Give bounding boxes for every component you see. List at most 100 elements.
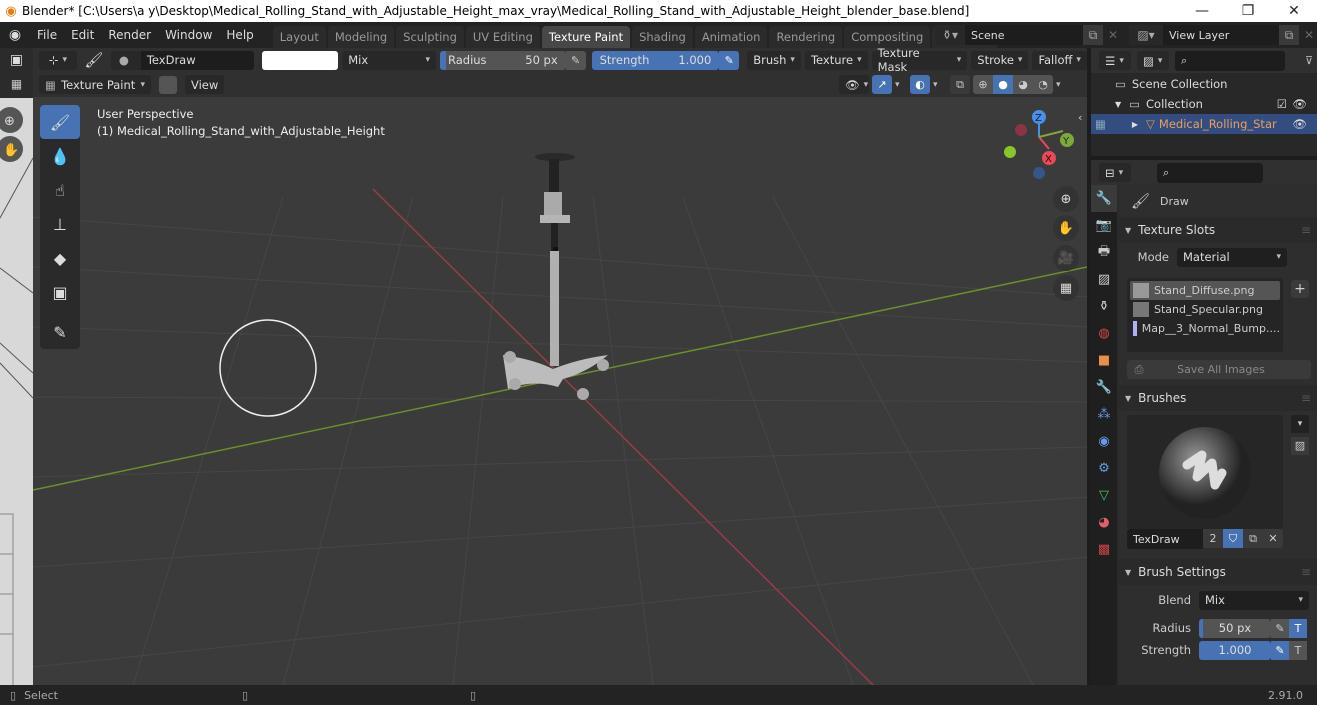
texture-slot-item[interactable]: Stand_Specular.png	[1130, 300, 1280, 319]
collapse-triangle-icon[interactable]: ▼	[1115, 100, 1121, 109]
exclude-checkbox[interactable]: ☑	[1277, 97, 1287, 111]
tool-mode-dropdown[interactable]: ⊹ ▾	[39, 50, 77, 70]
properties-search-input[interactable]: ⌕	[1157, 162, 1263, 183]
maximize-button[interactable]: ❐	[1225, 3, 1271, 19]
3d-viewport[interactable]: User Perspective (1) Medical_Rolling_Sta…	[33, 97, 1087, 685]
radius-unit-icon[interactable]: T	[1289, 618, 1307, 638]
particles-tab-icon[interactable]: ⁂	[1091, 401, 1117, 428]
texture-slots-panel-header[interactable]: ▼ Texture Slots ≡	[1119, 217, 1317, 243]
brushes-panel-header[interactable]: ▼ Brushes ≡	[1119, 385, 1317, 411]
delete-view-layer-icon[interactable]: ✕	[1299, 28, 1317, 42]
scene-name-field[interactable]: Scene	[965, 25, 1083, 45]
tab-rendering[interactable]: Rendering	[769, 26, 843, 48]
texture-mask-menu[interactable]: Texture Mask ▾	[871, 46, 968, 74]
radius-slider[interactable]: Radius 50 px	[439, 50, 566, 70]
paint-mode-icon[interactable]: ▦	[0, 72, 33, 96]
view-layer-field[interactable]: View Layer	[1163, 25, 1279, 45]
strength-pressure-icon[interactable]: ✎	[1271, 640, 1289, 660]
fill-tool-icon[interactable]: ◆	[40, 241, 80, 275]
tab-uv-editing[interactable]: UV Editing	[465, 26, 540, 48]
tab-layout[interactable]: Layout	[272, 26, 326, 48]
brush-name-field[interactable]: TexDraw	[1127, 529, 1203, 549]
menu-file[interactable]: File	[30, 28, 64, 42]
modifier-tab-icon[interactable]: 🔧	[1091, 374, 1117, 401]
texture-menu[interactable]: Texture ▾	[804, 50, 868, 70]
outliner-filter-funnel-icon[interactable]: ⊽	[1305, 54, 1313, 67]
add-texture-slot-button[interactable]: +	[1291, 280, 1309, 298]
overlay-toggle-icon[interactable]: ◐	[910, 75, 930, 94]
outliner-display-mode[interactable]: ☰ ▾	[1099, 51, 1131, 70]
wireframe-shading-icon[interactable]: ⊕	[973, 75, 993, 94]
tab-sculpting[interactable]: Sculpting	[396, 26, 464, 48]
radius-pressure-icon[interactable]: ✎	[565, 50, 586, 70]
brush-strength-slider[interactable]: 1.000	[1199, 640, 1271, 660]
strength-slider[interactable]: Strength 1.000	[591, 50, 720, 70]
texture-slot-item[interactable]: Stand_Diffuse.png	[1130, 281, 1280, 300]
ortho-grid-icon[interactable]: ▦	[1053, 275, 1079, 301]
view-menu[interactable]: View	[185, 75, 225, 94]
stroke-menu[interactable]: Stroke ▾	[971, 50, 1029, 70]
falloff-menu[interactable]: Falloff ▾	[1032, 50, 1087, 70]
blender-menu-icon[interactable]: ◉	[0, 27, 30, 43]
brush-preview[interactable]	[1127, 415, 1283, 529]
scene-tab-icon[interactable]: ⚱	[1091, 293, 1117, 320]
brush-users-count[interactable]: 2	[1203, 529, 1223, 548]
rendered-shading-icon[interactable]: ◔	[1033, 75, 1053, 94]
brush-color-swatch[interactable]	[262, 50, 339, 70]
tab-shading[interactable]: Shading	[632, 26, 693, 48]
gizmo-dropdown[interactable]: ▾	[895, 80, 907, 90]
sidebar-toggle-icon[interactable]: ‹	[1078, 111, 1082, 124]
properties-editor-type[interactable]: ⊟ ▾	[1099, 163, 1131, 182]
xray-toggle-icon[interactable]: ⧉	[950, 75, 970, 94]
minimize-button[interactable]: —	[1179, 3, 1225, 19]
solid-shading-icon[interactable]: ●	[993, 75, 1013, 94]
radius-pressure-icon[interactable]: ✎	[1271, 618, 1289, 638]
panel-grip-icon[interactable]: ≡	[1301, 223, 1311, 237]
brush-menu[interactable]: Brush ▾	[747, 50, 801, 70]
delete-scene-icon[interactable]: ✕	[1103, 28, 1123, 42]
render-tab-icon[interactable]: 📷	[1091, 212, 1117, 239]
output-tab-icon[interactable]: 🖶	[1091, 239, 1117, 266]
annotate-tool-icon[interactable]: ✎	[40, 315, 80, 349]
brush-name[interactable]: TexDraw	[140, 50, 255, 70]
constraints-tab-icon[interactable]: ⚙	[1091, 455, 1117, 482]
texture-slot-mode-dropdown[interactable]: Material ▾	[1177, 247, 1287, 267]
visibility-eye-icon[interactable]: 👁	[1292, 117, 1307, 131]
panel-grip-icon[interactable]: ≡	[1301, 391, 1311, 405]
brush-radius-slider[interactable]: 50 px	[1199, 618, 1271, 638]
brush-icon-image-button[interactable]: ▨	[1291, 437, 1309, 455]
world-tab-icon[interactable]: ◍	[1091, 320, 1117, 347]
outliner-object-row[interactable]: ▦ ▶ ▽ Medical_Rolling_Star 👁	[1091, 114, 1317, 134]
camera-view-icon[interactable]: 🎥	[1053, 245, 1079, 271]
tab-modeling[interactable]: Modeling	[327, 26, 395, 48]
pan-hand-icon[interactable]: ✋	[1053, 215, 1079, 241]
shading-dropdown[interactable]: ▾	[1056, 80, 1070, 90]
outliner-search-input[interactable]: ⌕	[1175, 50, 1285, 71]
physics-tab-icon[interactable]: ◉	[1091, 428, 1117, 455]
tab-compositing[interactable]: Compositing	[844, 26, 931, 48]
blend-mode-dropdown[interactable]: Mix ▾	[342, 50, 436, 70]
tool-tab-icon[interactable]: 🔧	[1091, 185, 1117, 212]
zoom-icon[interactable]: ⊕	[1053, 186, 1079, 212]
editor-type-icon[interactable]: ▣	[0, 48, 33, 72]
menu-window[interactable]: Window	[158, 28, 219, 42]
save-all-images-button[interactable]: ⎙ Save All Images	[1127, 360, 1311, 379]
tab-animation[interactable]: Animation	[694, 26, 768, 48]
brush-settings-panel-header[interactable]: ▼ Brush Settings ≡	[1119, 559, 1317, 585]
visibility-dropdown[interactable]: 👁 ▾	[839, 75, 869, 94]
mask-toggle-icon[interactable]	[159, 75, 177, 94]
menu-render[interactable]: Render	[101, 28, 158, 42]
expand-triangle-icon[interactable]: ▶	[1132, 120, 1138, 129]
view-layer-tab-icon[interactable]: ▨	[1091, 266, 1117, 293]
outliner-collection[interactable]: ▼ ▭ Collection ☑ 👁	[1091, 94, 1317, 114]
brush-selector[interactable]: ● TexDraw	[110, 50, 255, 70]
strength-unit-icon[interactable]: T	[1289, 640, 1307, 660]
data-tab-icon[interactable]: ▽	[1091, 482, 1117, 509]
brush-list-dropdown[interactable]: ▾	[1291, 415, 1309, 433]
mask-tool-icon[interactable]: ▣	[40, 275, 80, 309]
overlay-dropdown[interactable]: ▾	[933, 80, 947, 90]
scene-icon[interactable]: ⚱▾	[935, 25, 965, 45]
menu-help[interactable]: Help	[219, 28, 260, 42]
close-button[interactable]: ✕	[1271, 3, 1317, 19]
smear-tool-icon[interactable]: ☝	[40, 173, 80, 207]
